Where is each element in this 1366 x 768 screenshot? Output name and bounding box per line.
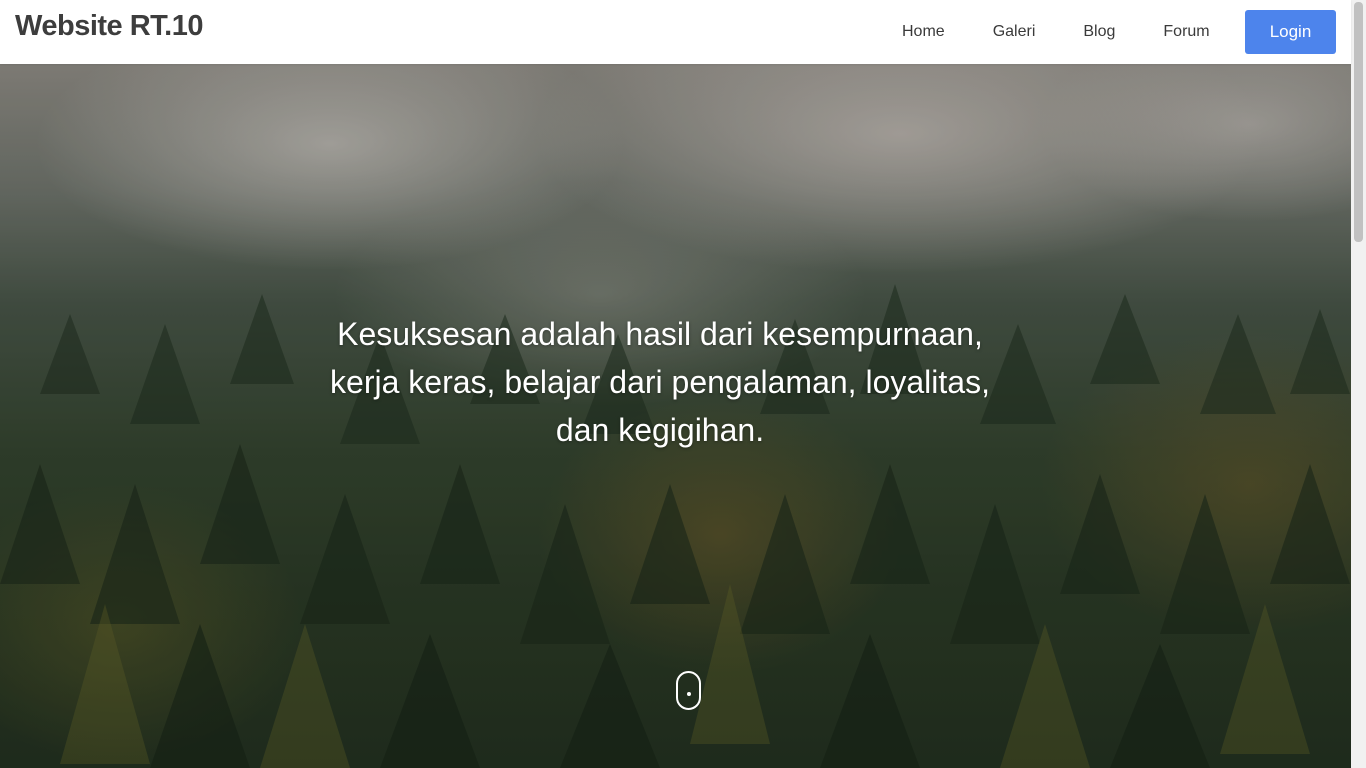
- site-brand[interactable]: Website RT.10: [15, 10, 203, 43]
- scroll-dot: [687, 692, 691, 696]
- navbar: Website RT.10 Home Galeri Blog Forum Log…: [0, 0, 1351, 64]
- hero-quote: Kesuksesan adalah hasil dari kesempurnaa…: [330, 316, 990, 448]
- scrollbar-thumb[interactable]: [1354, 2, 1363, 242]
- hero-section: Kesuksesan adalah hasil dari kesempurnaa…: [0, 64, 1351, 768]
- nav-link-forum[interactable]: Forum: [1139, 23, 1233, 41]
- nav-link-blog[interactable]: Blog: [1059, 23, 1139, 41]
- nav-link-home[interactable]: Home: [878, 23, 969, 41]
- page-scrollbar[interactable]: [1351, 0, 1366, 768]
- nav-link-galeri[interactable]: Galeri: [969, 23, 1060, 41]
- login-button[interactable]: Login: [1245, 10, 1336, 54]
- nav-links: Home Galeri Blog Forum: [878, 0, 1234, 64]
- mouse-scroll-icon[interactable]: [676, 671, 701, 710]
